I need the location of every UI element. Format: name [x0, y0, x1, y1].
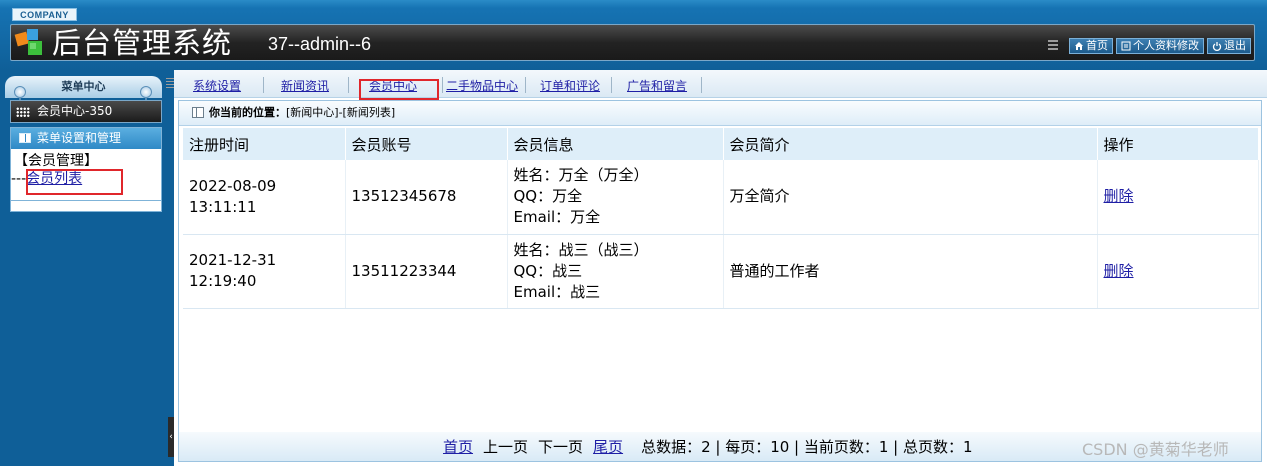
nav-separator	[442, 77, 443, 93]
home-icon	[1075, 42, 1083, 50]
book-icon	[192, 107, 204, 118]
register-time-cell: 2021-12-31 12:19:40	[183, 234, 346, 309]
logout-label: 退出	[1224, 39, 1246, 52]
info-qq: QQ：战三	[513, 261, 583, 280]
member-info-cell: 姓名：万全（万全） QQ：万全 Email：万全	[507, 160, 724, 235]
nav-news[interactable]: 新闻资讯	[281, 78, 329, 94]
member-info-cell: 姓名：战三（战三） QQ：战三 Email：战三	[507, 234, 724, 309]
info-email: Email：万全	[513, 208, 601, 227]
menu-section-member[interactable]: 会员中心-350	[10, 100, 162, 123]
pager-stats: 总数据：2 | 每页：10 | 当前页数：1 | 总页数：1	[641, 438, 973, 456]
grid-dots-icon	[16, 107, 30, 117]
table-header-row: 注册时间 会员账号 会员信息 会员简介 操作	[183, 128, 1259, 160]
logout-button[interactable]: 退出	[1207, 38, 1251, 54]
register-clock: 13:11:11	[189, 197, 257, 216]
column-header: 会员信息	[507, 128, 724, 160]
grip-icon	[1048, 40, 1058, 52]
first-page-link[interactable]: 首页	[443, 437, 473, 457]
table-row: 2021-12-31 12:19:40 13511223344 姓名：战三（战三…	[183, 234, 1259, 309]
register-date: 2021-12-31	[189, 251, 277, 269]
divider	[11, 200, 161, 201]
nav-separator	[611, 77, 612, 93]
breadcrumb-label: 你当前的位置：	[209, 106, 286, 119]
delete-link[interactable]: 删除	[1104, 187, 1134, 205]
book-icon	[19, 133, 31, 143]
info-qq: QQ：万全	[513, 187, 583, 206]
menu-group-label: 【会员管理】	[14, 153, 98, 169]
nav-separator	[348, 77, 349, 93]
home-button[interactable]: 首页	[1069, 38, 1113, 54]
last-page-link[interactable]: 尾页	[593, 437, 623, 457]
column-header: 操作	[1097, 128, 1259, 160]
account-cell: 13512345678	[345, 160, 508, 235]
profile-button[interactable]: 个人资料修改	[1116, 38, 1204, 54]
info-name: 姓名：战三（战三）	[513, 240, 649, 259]
company-badge: COMPANY	[12, 8, 77, 21]
watermark: CSDN @黄菊华老师	[1082, 440, 1229, 459]
column-header: 会员账号	[345, 128, 508, 160]
column-header: 会员简介	[723, 128, 1098, 160]
nav-system-settings[interactable]: 系统设置	[193, 78, 241, 94]
prev-page-text[interactable]: 上一页	[483, 437, 528, 457]
user-info: 37--admin--6	[268, 34, 372, 54]
nav-secondhand[interactable]: 二手物品中心	[446, 78, 518, 94]
home-label: 首页	[1086, 39, 1108, 52]
highlight-box	[359, 79, 439, 100]
intro-cell: 万全简介	[723, 160, 1098, 235]
nav-separator	[263, 77, 264, 93]
member-table: 注册时间 会员账号 会员信息 会员简介 操作 2022-08-09 13:11:…	[183, 128, 1259, 309]
top-nav	[174, 70, 1267, 98]
logo-icon	[14, 29, 42, 55]
pagination: 首页 上一页 下一页 尾页 总数据：2 | 每页：10 | 当前页数：1 | 总…	[443, 437, 973, 457]
menu-section-label: 会员中心-350	[37, 104, 113, 118]
register-date: 2022-08-09	[189, 176, 277, 195]
highlight-box	[26, 169, 123, 195]
breadcrumb: 你当前的位置：[新闻中心]-[新闻列表]	[179, 101, 1261, 126]
next-page-text[interactable]: 下一页	[538, 437, 583, 457]
profile-icon	[1121, 41, 1131, 51]
nav-separator	[701, 77, 702, 93]
profile-label: 个人资料修改	[1133, 39, 1199, 52]
account-cell: 13511223344	[345, 234, 508, 309]
table-row: 2022-08-09 13:11:11 13512345678 姓名：万全（万全…	[183, 160, 1259, 235]
power-icon	[1212, 42, 1222, 51]
action-cell: 删除	[1097, 234, 1259, 309]
collapse-sidebar-handle[interactable]: ‹	[168, 417, 174, 457]
nav-ads[interactable]: 广告和留言	[627, 78, 687, 94]
top-actions: 首页 个人资料修改 退出	[1048, 38, 1251, 54]
menu-center-title: 菜单中心	[5, 76, 162, 98]
info-email: Email：战三	[513, 282, 601, 301]
nav-separator	[525, 77, 526, 93]
system-title: 后台管理系统	[52, 26, 233, 60]
intro-cell: 普通的工作者	[723, 234, 1098, 309]
delete-link[interactable]: 删除	[1104, 262, 1134, 280]
link-prefix: ---	[11, 171, 27, 187]
register-time-cell: 2022-08-09 13:11:11	[183, 160, 346, 235]
panel-header: 菜单设置和管理	[11, 128, 161, 149]
nav-orders[interactable]: 订单和评论	[540, 78, 600, 94]
panel-title: 菜单设置和管理	[37, 131, 122, 145]
grip-icon	[166, 78, 174, 90]
register-clock: 12:19:40	[189, 272, 257, 290]
info-name: 姓名：万全（万全）	[513, 166, 649, 185]
breadcrumb-path: [新闻中心]-[新闻列表]	[286, 106, 396, 119]
action-cell: 删除	[1097, 160, 1259, 235]
column-header: 注册时间	[183, 128, 346, 160]
